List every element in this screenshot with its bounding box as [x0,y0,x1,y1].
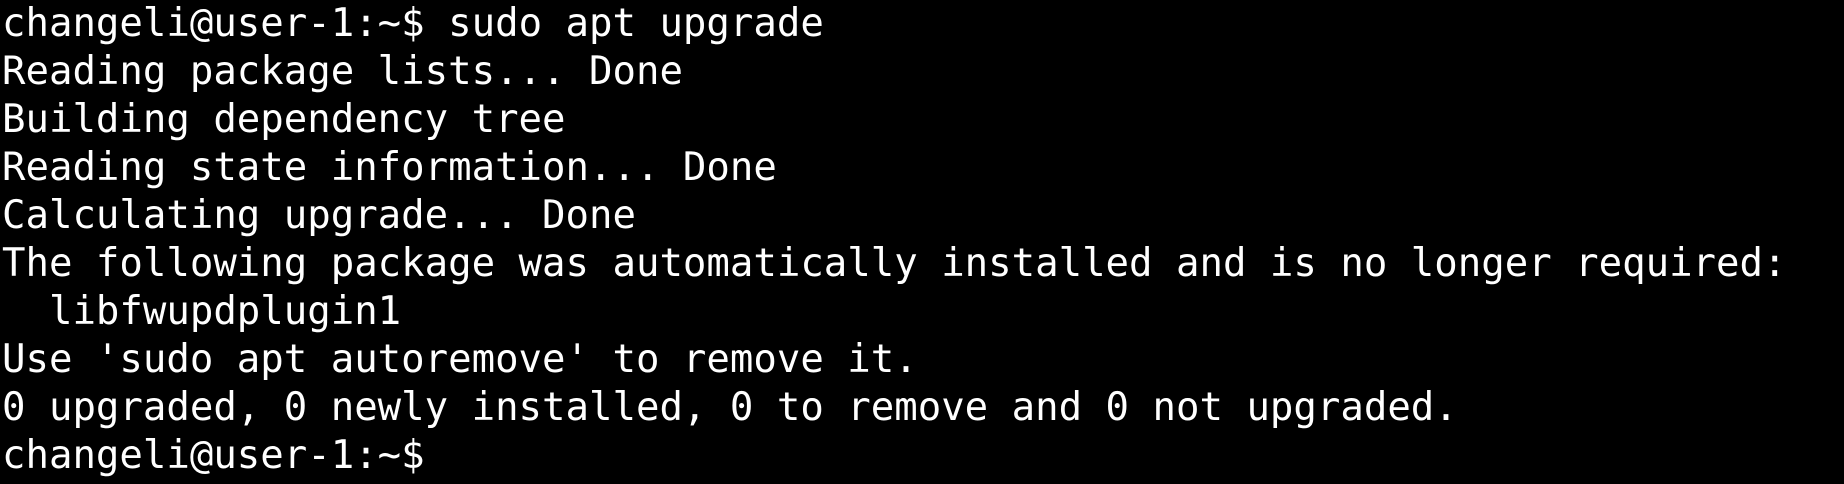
shell-prompt: changeli@user-1:~$ [2,433,425,478]
output-line: Reading state information... Done [2,145,777,190]
output-line: Calculating upgrade... Done [2,193,636,238]
output-line: libfwupdplugin1 [2,289,402,334]
output-line: Reading package lists... Done [2,49,683,94]
final-prompt-line[interactable]: changeli@user-1:~$ [2,432,1844,480]
output-line: The following package was automatically … [2,241,1787,286]
command-text: sudo apt upgrade [448,1,824,46]
output-line: Use 'sudo apt autoremove' to remove it. [2,337,918,382]
shell-prompt: changeli@user-1:~$ [2,1,425,46]
terminal-window[interactable]: changeli@user-1:~$ sudo apt upgrade Read… [0,0,1844,484]
command-line: changeli@user-1:~$ sudo apt upgrade [2,0,1844,48]
output-line: 0 upgraded, 0 newly installed, 0 to remo… [2,385,1458,430]
output-line: Building dependency tree [2,97,566,142]
